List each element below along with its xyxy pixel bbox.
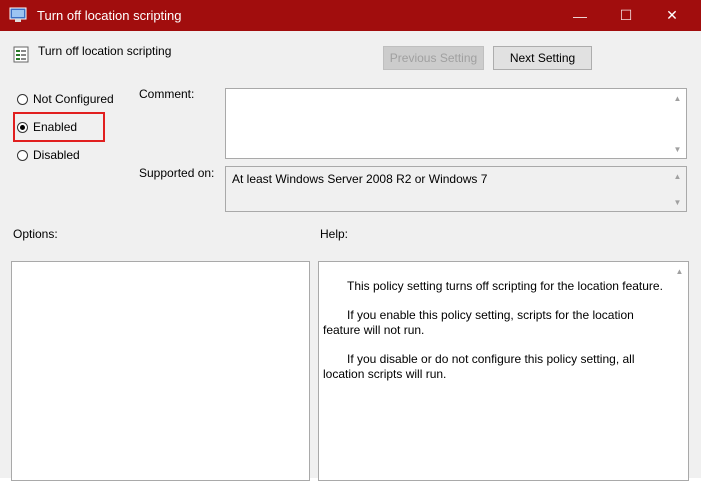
close-button[interactable]: ✕ (649, 0, 695, 31)
radio-not-configured[interactable]: Not Configured (17, 92, 114, 106)
scroll-down-icon[interactable]: ▼ (669, 195, 686, 209)
policy-setting-icon (13, 46, 29, 63)
scroll-down-icon[interactable]: ▼ (669, 142, 686, 156)
group-policy-icon (9, 7, 27, 22)
comment-label: Comment: (139, 87, 195, 101)
previous-setting-label: Previous Setting (389, 51, 478, 65)
supported-on-box: At least Windows Server 2008 R2 or Windo… (225, 166, 687, 212)
maximize-button[interactable]: ☐ (603, 0, 649, 31)
comment-scrollbar[interactable]: ▲ ▼ (669, 89, 686, 158)
window-title: Turn off location scripting (37, 8, 182, 23)
scroll-up-icon[interactable]: ▲ (671, 264, 688, 278)
options-panel (11, 261, 310, 481)
supported-on-label: Supported on: (139, 166, 215, 180)
radio-label: Disabled (33, 148, 80, 162)
policy-name: Turn off location scripting (38, 44, 172, 58)
radio-circle[interactable] (17, 149, 28, 161)
options-label: Options: (13, 227, 58, 241)
scroll-up-icon[interactable]: ▲ (669, 169, 686, 183)
supported-scrollbar[interactable]: ▲ ▼ (669, 167, 686, 211)
radio-disabled[interactable]: Disabled (17, 148, 80, 162)
help-label: Help: (320, 227, 349, 241)
help-panel: This policy setting turns off scripting … (318, 261, 689, 481)
close-icon: ✕ (666, 7, 678, 23)
policy-editor-window: Turn off location scripting — ☐ ✕ Turn o… (0, 0, 701, 481)
help-paragraph: If you disable or do not configure this … (323, 352, 635, 381)
minimize-button[interactable]: — (557, 0, 603, 31)
help-scrollbar[interactable]: ▲ (671, 262, 688, 480)
radio-circle[interactable] (17, 93, 28, 105)
help-paragraph: If you enable this policy setting, scrip… (323, 308, 634, 337)
comment-textarea[interactable]: ▲ ▼ (225, 88, 687, 159)
help-text: This policy setting turns off scripting … (323, 279, 671, 396)
minimize-icon: — (573, 7, 587, 24)
maximize-icon: ☐ (619, 7, 633, 23)
next-setting-button[interactable]: Next Setting (493, 46, 592, 70)
help-paragraph: This policy setting turns off scripting … (347, 279, 663, 293)
next-setting-label: Next Setting (509, 51, 576, 65)
radio-label: Not Configured (33, 92, 114, 106)
supported-on-value: At least Windows Server 2008 R2 or Windo… (232, 172, 488, 186)
enabled-highlight-box (13, 112, 105, 142)
scroll-up-icon[interactable]: ▲ (669, 91, 686, 105)
previous-setting-button[interactable]: Previous Setting (383, 46, 484, 70)
title-bar[interactable]: Turn off location scripting — ☐ ✕ (0, 0, 701, 31)
